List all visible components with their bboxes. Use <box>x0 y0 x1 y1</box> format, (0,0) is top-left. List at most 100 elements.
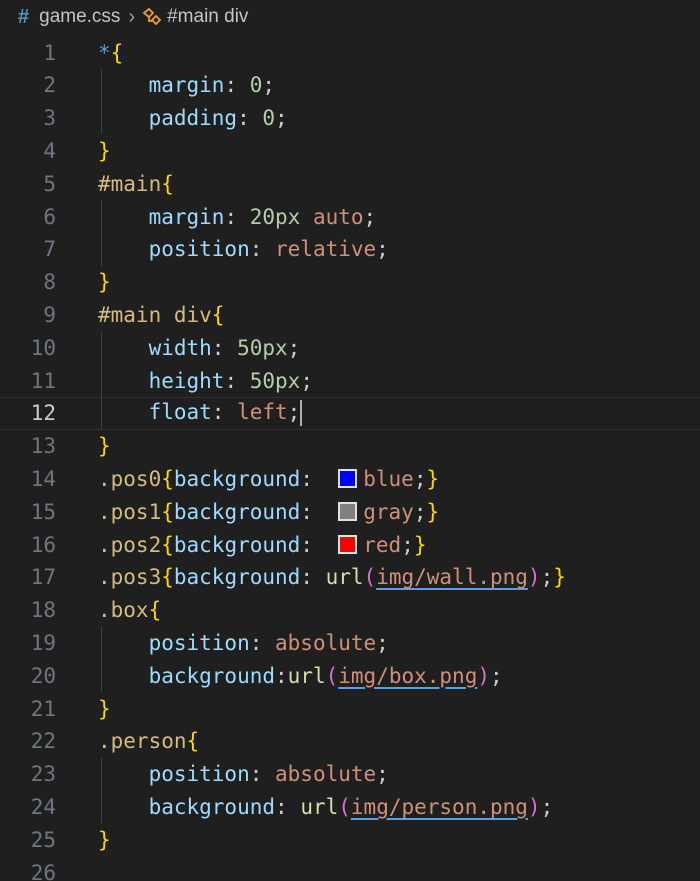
code-line[interactable]: 23 position: absolute; <box>0 758 700 791</box>
code-line[interactable]: 9 #main div{ <box>0 298 700 331</box>
line-number: 4 <box>43 138 56 163</box>
token-prop: float <box>98 400 212 425</box>
code-text[interactable]: margin: 20px auto; <box>98 204 377 229</box>
code-text[interactable]: background: url(img/person.png); <box>98 794 554 819</box>
code-text[interactable]: } <box>98 697 111 721</box>
code-line[interactable]: 7 position: relative; <box>0 233 700 266</box>
code-text[interactable]: .pos1{background: gray;} <box>98 500 439 524</box>
code-text[interactable]: .box{ <box>98 598 161 622</box>
line-number: 26 <box>30 860 56 881</box>
code-line[interactable]: 10 width: 50px; <box>0 331 700 364</box>
token-plain: ; <box>376 762 389 787</box>
code-line[interactable]: 11 height: 50px; <box>0 364 700 397</box>
code-line[interactable]: 22 .person{ <box>0 725 700 758</box>
line-number: 5 <box>43 171 56 196</box>
token-prop: margin <box>98 204 225 229</box>
code-line[interactable]: 20 background:url(img/box.png); <box>0 659 700 692</box>
color-swatch-blue[interactable] <box>338 469 358 489</box>
line-number: 3 <box>43 106 56 131</box>
token-link[interactable]: img/box.png <box>338 664 477 688</box>
line-number: 9 <box>43 302 56 327</box>
token-brace: { <box>161 171 174 196</box>
token-paren: ) <box>527 794 541 819</box>
code-text[interactable]: } <box>98 139 111 163</box>
line-number: 24 <box>30 794 56 819</box>
token-plain: : <box>224 73 250 98</box>
code-text[interactable]: .person{ <box>98 729 199 753</box>
code-editor[interactable]: 1 *{2 margin: 0; 3 padding: 0; 4} 5 #main{6 m… <box>0 34 700 881</box>
line-number: 25 <box>30 827 56 852</box>
code-text[interactable]: width: 50px; <box>98 335 301 360</box>
token-plain: ; <box>376 237 389 262</box>
code-line[interactable]: 21} <box>0 692 700 725</box>
line-number: 16 <box>30 532 56 557</box>
code-text[interactable]: .pos3{background: url(img/wall.png);} <box>98 565 566 589</box>
token-link[interactable]: img/wall.png <box>376 565 528 589</box>
code-text[interactable]: height: 50px; <box>98 369 313 393</box>
code-text[interactable]: position: relative; <box>98 237 389 261</box>
code-line[interactable]: 14 .pos0{background: blue;} <box>0 462 700 495</box>
token-link[interactable]: img/person.png <box>351 795 528 819</box>
code-line[interactable]: 15 .pos1{background: gray;} <box>0 495 700 528</box>
color-swatch-gray[interactable] <box>338 502 358 522</box>
token-plain: ; <box>413 499 427 524</box>
code-line[interactable]: 4} <box>0 134 700 167</box>
token-paren: ( <box>325 663 339 688</box>
code-text[interactable]: .pos0{background: blue;} <box>98 467 439 491</box>
token-num: 20px <box>249 204 301 229</box>
code-line[interactable]: 17 .pos3{background: url(img/wall.png);} <box>0 561 700 594</box>
code-line[interactable]: 8} <box>0 266 700 299</box>
code-text[interactable]: .pos2{background: red;} <box>98 533 427 557</box>
line-number: 14 <box>30 466 56 491</box>
code-line[interactable]: 5 #main{ <box>0 167 700 200</box>
token-prop: margin <box>98 73 225 98</box>
code-line[interactable]: 19 position: absolute; <box>0 626 700 659</box>
token-brace: } <box>413 532 427 557</box>
color-swatch-red[interactable] <box>338 535 358 554</box>
code-text[interactable]: } <box>98 270 111 294</box>
chevron-right-icon: › <box>128 5 136 28</box>
token-plain: ; <box>262 73 276 98</box>
code-text[interactable]: float: left; <box>98 400 303 427</box>
code-text[interactable]: padding: 0; <box>98 106 288 130</box>
css-file-icon: # <box>18 5 30 28</box>
breadcrumb: # game.css › #main div <box>0 0 700 34</box>
code-line[interactable]: 13} <box>0 430 700 463</box>
code-text[interactable]: margin: 0; <box>98 73 275 97</box>
code-line[interactable]: 1 *{ <box>0 36 700 69</box>
code-line[interactable]: 3 padding: 0; <box>0 102 700 135</box>
token-brace: } <box>98 270 111 295</box>
code-text[interactable]: } <box>98 828 111 852</box>
code-line[interactable]: 25} <box>0 823 700 856</box>
code-line[interactable]: 6 margin: 20px auto; <box>0 200 700 233</box>
code-line[interactable]: 12 float: left; <box>0 396 700 430</box>
line-number: 19 <box>30 630 56 655</box>
token-val: gray <box>363 499 414 524</box>
code-line[interactable]: 24 background: url(img/person.png); <box>0 790 700 823</box>
token-brace: { <box>161 565 174 590</box>
code-text[interactable]: #main div{ <box>98 303 224 327</box>
token-plain: ; <box>540 565 554 590</box>
code-line[interactable]: 2 margin: 0; <box>0 69 700 102</box>
token-val: absolute <box>275 630 377 655</box>
code-text[interactable]: } <box>98 434 111 458</box>
token-brace: } <box>98 138 111 163</box>
token-plain: ; <box>490 663 503 688</box>
token-plain: : <box>300 499 339 524</box>
code-line[interactable]: 26 <box>0 856 700 881</box>
code-text[interactable]: position: absolute; <box>98 762 389 786</box>
code-text[interactable]: *{ <box>98 41 123 65</box>
token-plain: : <box>300 532 339 557</box>
breadcrumb-file[interactable]: game.css <box>39 6 120 28</box>
breadcrumb-symbol[interactable]: #main div <box>167 6 248 28</box>
line-number: 8 <box>43 270 56 295</box>
code-line[interactable]: 16 .pos2{background: red;} <box>0 528 700 561</box>
code-text[interactable]: position: absolute; <box>98 631 389 655</box>
token-num: 50px <box>237 335 288 360</box>
code-text[interactable]: background:url(img/box.png); <box>98 664 503 688</box>
token-brace: { <box>161 532 174 557</box>
token-sel: #main <box>98 171 162 196</box>
token-plain: ; <box>300 368 313 393</box>
code-text[interactable]: #main{ <box>98 172 174 196</box>
code-line[interactable]: 18 .box{ <box>0 594 700 627</box>
